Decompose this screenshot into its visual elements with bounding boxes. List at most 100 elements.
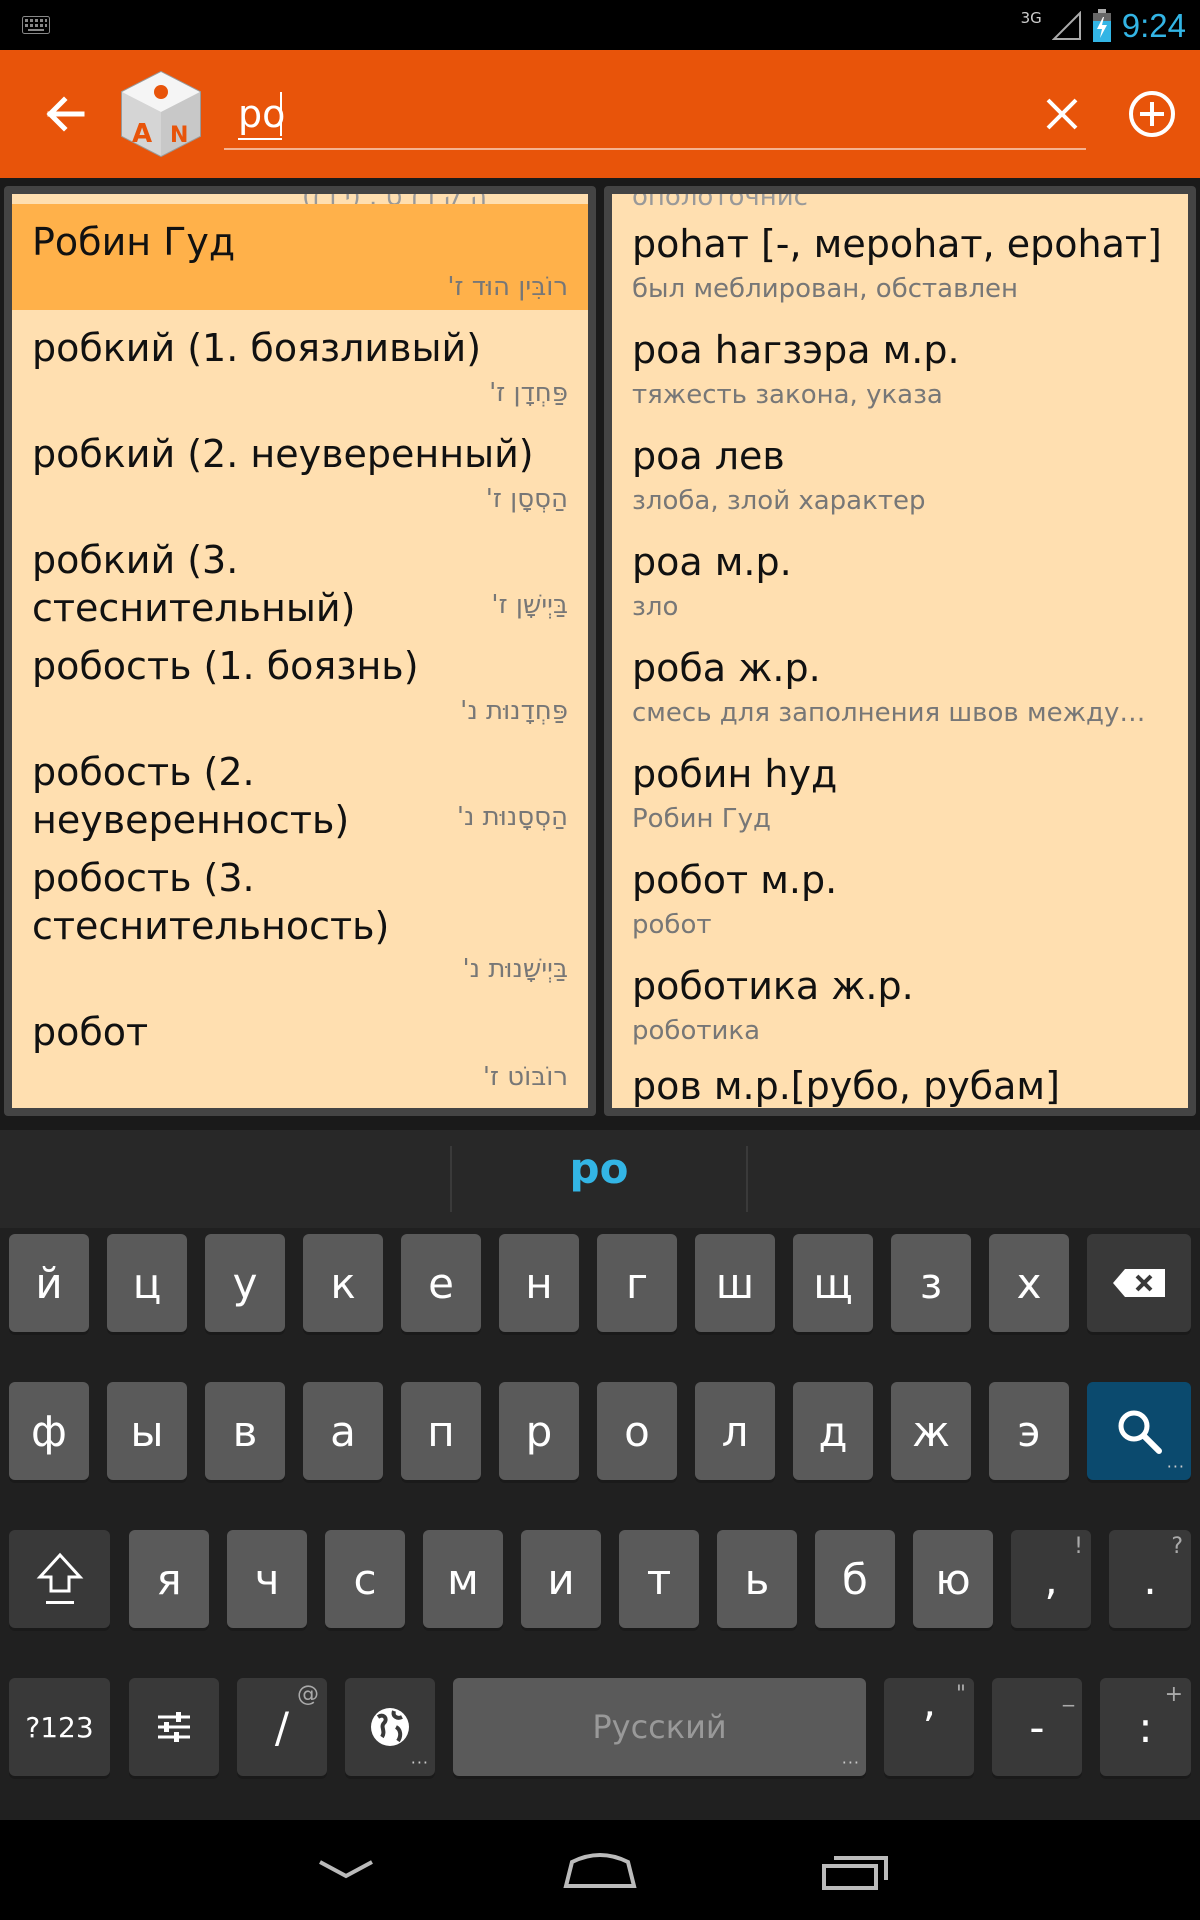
search-key[interactable]: ··· [1087,1382,1191,1480]
list-item-translation: зло [632,592,679,622]
list-item-title: робость (1. боязнь) [32,644,419,688]
key-б[interactable]: б [815,1530,895,1628]
list-item-translation: רוֹבִּין הוּד ז' [447,272,568,302]
key-р[interactable]: р [499,1382,579,1480]
key-н[interactable]: н [499,1234,579,1332]
key-ф[interactable]: ф [9,1382,89,1480]
space-key[interactable]: Русский ··· [453,1678,866,1776]
back-arrow-icon[interactable] [38,86,94,142]
colon-key-hint: + [1164,1682,1183,1707]
list-item-title: роа лев [632,434,785,478]
slash-key[interactable]: / @ [237,1678,327,1776]
list-item[interactable]: робкий (3. стеснительный) בַּיְישָׁן ז' [12,522,588,630]
backspace-key[interactable] [1087,1234,1191,1332]
list-item-title: робкий (2. неуверенный) [32,432,534,476]
key-е[interactable]: е [401,1234,481,1332]
home-icon[interactable] [550,1840,650,1900]
list-item[interactable]: робкий (2. неуверенный) הַסְסָן ז' [12,416,588,522]
suggestion-word[interactable]: ро [452,1144,746,1193]
list-item[interactable]: роа м.р. зло [612,522,1188,628]
apostrophe-key-label: ’ [922,1702,936,1752]
key-к[interactable]: к [303,1234,383,1332]
settings-key[interactable] [129,1678,219,1776]
colon-key[interactable]: : + [1100,1678,1191,1776]
comma-key[interactable]: , ! [1011,1530,1091,1628]
dash-key-hint: _ [1063,1682,1074,1707]
list-item-selected[interactable]: Робин Гуд רוֹבִּין הוּד ז' [12,204,588,310]
key-ц[interactable]: ц [107,1234,187,1332]
key-ж[interactable]: ж [891,1382,971,1480]
list-item-translation: злоба, злой характер [632,486,926,516]
dash-key[interactable]: - _ [992,1678,1082,1776]
list-item[interactable]: робот м.р. робот [612,840,1188,946]
key-й[interactable]: й [9,1234,89,1332]
shift-key[interactable] [9,1530,110,1628]
key-ш[interactable]: ш [695,1234,775,1332]
key-о[interactable]: о [597,1382,677,1480]
clear-icon[interactable] [1040,92,1084,136]
search-field[interactable] [224,78,1086,150]
key-д[interactable]: д [793,1382,873,1480]
search-input[interactable] [238,88,998,140]
key-п[interactable]: п [401,1382,481,1480]
list-item[interactable]: робость (1. боязнь) פַּחְדָנוּת נ' [12,628,588,734]
dash-key-label: - [1029,1702,1045,1752]
settings-sliders-icon [158,1712,190,1742]
key-а[interactable]: а [303,1382,383,1480]
list-item[interactable]: робкий (1. боязливый) פַּחְדָן ז' [12,310,588,416]
list-item-translation: הַסְסָנוּת נ' [456,802,568,832]
key-м[interactable]: м [423,1530,503,1628]
key-т[interactable]: т [619,1530,699,1628]
svg-text:N: N [170,123,188,148]
key-с[interactable]: с [325,1530,405,1628]
list-item[interactable]: роһат [-, мероһат, ероһат] был меблирова… [612,204,1188,310]
recent-apps-icon[interactable] [806,1840,906,1900]
key-з[interactable]: з [891,1234,971,1332]
list-item-title: робкий (1. боязливый) [32,326,482,370]
key-ы[interactable]: ы [107,1382,187,1480]
dictionary-content: (י ו ז) . ה ק ן ז ס Робин Гуд רוֹבִּין ה… [0,178,1200,1130]
symbols-key[interactable]: ?123 [9,1678,110,1776]
list-item-title: Робин Гуд [32,220,236,264]
list-item[interactable]: робость (3. стеснительность) בַּיְישָׁנו… [12,840,588,994]
list-item-translation: הַסְסָן ז' [485,484,568,514]
more-dots: ··· [410,1753,429,1772]
signal-icon [1051,11,1081,40]
list-item[interactable]: роба ж.р. смесь для заполнения швов межд… [612,628,1188,734]
list-item-translation: בַּיְישָׁן ז' [491,590,568,620]
key-у[interactable]: у [205,1234,285,1332]
list-item-title: ров м.р.[рубо, рубам] [632,1064,1060,1108]
list-item[interactable]: роа лев злоба, злой характер [612,416,1188,522]
period-key[interactable]: . ? [1109,1530,1191,1628]
battery-charging-icon [1092,9,1111,42]
list-item-translation: פַּחְדָנוּת נ' [460,696,568,726]
add-circle-icon[interactable] [1126,88,1178,140]
app-logo-icon[interactable]: A N [118,68,204,160]
network-type-label: 3G [1020,9,1042,27]
key-ч[interactable]: ч [227,1530,307,1628]
left-result-list[interactable]: (י ו ז) . ה ק ן ז ס Робин Гуд רוֹבִּין ה… [12,194,588,1108]
key-в[interactable]: в [205,1382,285,1480]
key-х[interactable]: х [989,1234,1069,1332]
key-щ[interactable]: щ [793,1234,873,1332]
key-л[interactable]: л [695,1382,775,1480]
language-key[interactable]: ··· [345,1678,435,1776]
list-item[interactable]: робость (2. неуверенность) הַסְסָנוּת נ' [12,734,588,842]
suggestion-divider [746,1146,748,1212]
key-я[interactable]: я [129,1530,209,1628]
apostrophe-key-hint: " [955,1682,966,1707]
key-э[interactable]: э [989,1382,1069,1480]
apostrophe-key[interactable]: ’ " [884,1678,974,1776]
list-item[interactable]: робин һуд Робин Гуд [612,734,1188,840]
key-ю[interactable]: ю [913,1530,993,1628]
right-result-list[interactable]: ополоточнис роһат [-, мероһат, ероһат] б… [612,194,1188,1108]
hide-keyboard-icon[interactable] [296,1840,396,1900]
right-result-panel: ополоточнис роһат [-, мероһат, ероһат] б… [604,186,1196,1116]
key-и[interactable]: и [521,1530,601,1628]
list-item[interactable]: роа һагзэра м.р. тяжесть закона, указа [612,310,1188,416]
list-item[interactable]: робот רוֹבּוֹט ז' [12,994,588,1100]
list-item[interactable]: ров м.р.[рубо, рубам] [612,1052,1188,1108]
list-item[interactable]: роботика ж.р. роботика [612,946,1188,1052]
key-ь[interactable]: ь [717,1530,797,1628]
key-г[interactable]: г [597,1234,677,1332]
